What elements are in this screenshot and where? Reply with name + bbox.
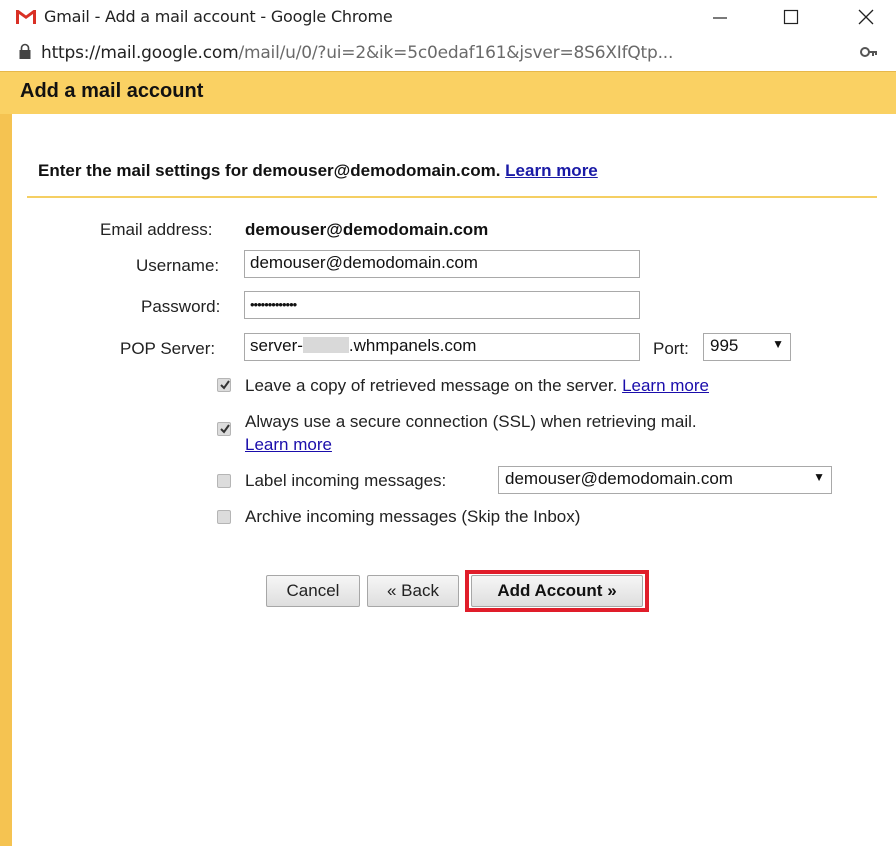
leave-copy-label: Leave a copy of retrieved message on the… <box>245 376 618 395</box>
intro-label: Enter the mail settings for demouser@dem… <box>38 161 501 180</box>
address-bar: https://mail.google.com/mail/u/0/?ui=2&i… <box>0 33 896 71</box>
redacted-block <box>302 337 349 353</box>
dropdown-caret-icon: ▼ <box>772 337 784 351</box>
pop-server-label: POP Server: <box>120 339 216 358</box>
gmail-logo-icon <box>15 8 37 25</box>
leave-copy-learn-more-link[interactable]: Learn more <box>622 376 709 395</box>
add-account-button[interactable]: Add Account » <box>471 575 643 607</box>
url-text[interactable]: https://mail.google.com/mail/u/0/?ui=2&i… <box>41 43 673 63</box>
archive-checkbox[interactable] <box>217 510 231 524</box>
dialog-body <box>0 71 896 846</box>
ssl-label: Always use a secure connection (SSL) whe… <box>245 412 697 431</box>
label-incoming-checkbox[interactable] <box>217 474 231 488</box>
leave-copy-text: Leave a copy of retrieved message on the… <box>245 376 709 396</box>
username-value: demouser@demodomain.com <box>250 253 478 272</box>
password-label: Password: <box>141 297 221 316</box>
intro-learn-more-link[interactable]: Learn more <box>505 161 598 180</box>
label-incoming-label: Label incoming messages: <box>245 471 447 490</box>
dialog-title: Add a mail account <box>20 80 204 102</box>
pop-server-input[interactable]: server- .whmpanels.com <box>244 333 640 361</box>
key-icon[interactable] <box>860 45 878 59</box>
url-path: /mail/u/0/?ui=2&ik=5c0edaf161&jsver=8S6X… <box>238 43 674 63</box>
url-host: https://mail.google.com <box>41 43 239 63</box>
password-input[interactable]: ••••••••••••• <box>244 291 640 319</box>
password-value: ••••••••••••• <box>250 297 297 312</box>
close-button[interactable] <box>846 2 886 32</box>
minimize-button[interactable] <box>700 2 740 32</box>
label-incoming-select[interactable]: demouser@demodomain.com ▼ <box>498 466 832 494</box>
intro-text: Enter the mail settings for demouser@dem… <box>38 161 598 181</box>
dialog-left-border <box>0 71 12 846</box>
pop-server-prefix: server- <box>250 336 303 355</box>
pop-server-suffix: .whmpanels.com <box>348 336 477 355</box>
email-address-value: demouser@demodomain.com <box>245 220 489 239</box>
archive-label: Archive incoming messages (Skip the Inbo… <box>245 507 581 526</box>
divider <box>27 196 877 198</box>
maximize-icon <box>783 9 799 25</box>
port-select[interactable]: 995 ▼ <box>703 333 791 361</box>
ssl-checkbox[interactable] <box>217 422 231 436</box>
port-value: 995 <box>710 336 739 355</box>
maximize-button[interactable] <box>771 2 811 32</box>
ssl-learn-more-link[interactable]: Learn more <box>245 435 332 455</box>
checkmark-icon <box>220 380 230 390</box>
username-label: Username: <box>136 256 220 275</box>
lock-icon <box>19 43 31 59</box>
username-input[interactable]: demouser@demodomain.com <box>244 250 640 278</box>
window-title: Gmail - Add a mail account - Google Chro… <box>44 7 393 26</box>
dropdown-caret-icon: ▼ <box>813 470 825 484</box>
close-icon <box>858 9 874 25</box>
email-address-label: Email address: <box>100 220 213 239</box>
label-incoming-value: demouser@demodomain.com <box>505 469 733 488</box>
dialog-header: Add a mail account <box>0 71 896 114</box>
back-button[interactable]: « Back <box>367 575 459 607</box>
checkmark-icon <box>220 424 230 434</box>
cancel-button[interactable]: Cancel <box>266 575 360 607</box>
leave-copy-checkbox[interactable] <box>217 378 231 392</box>
port-label: Port: <box>653 339 689 358</box>
minimize-icon <box>713 17 727 19</box>
window-title-bar: Gmail - Add a mail account - Google Chro… <box>0 0 896 33</box>
